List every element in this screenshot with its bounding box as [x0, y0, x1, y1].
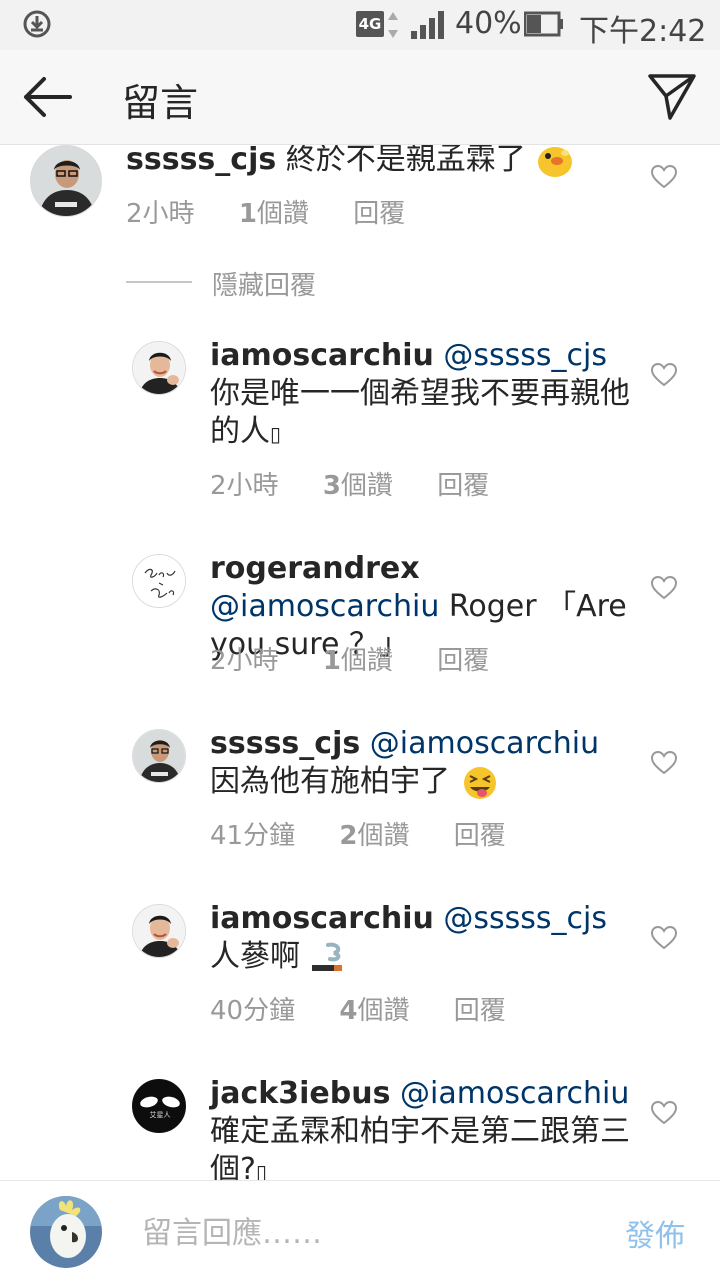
reply-likes[interactable]: 4個讚 [339, 996, 409, 1026]
hide-replies-label: 隱藏回覆 [212, 271, 317, 301]
avatar-photo [31, 146, 101, 216]
cockatoo-avatar-photo [30, 1196, 102, 1268]
reply-meta: 40分鐘 4個讚 回覆 [210, 990, 542, 1027]
mention-link[interactable]: @sssss_cjs [443, 901, 607, 936]
comment-text: sssss_cjs 終於不是親孟霖了 [126, 145, 586, 179]
comment-input[interactable] [140, 1209, 584, 1257]
reply-text: jack3iebus @iamoscarchiu 確定孟霖和柏宇不是第二跟第三個… [210, 1075, 630, 1180]
heart-icon[interactable] [651, 165, 677, 189]
download-icon [23, 10, 51, 38]
heart-icon[interactable] [651, 363, 677, 387]
network-type-badge: 4G [356, 11, 384, 37]
reply-meta: 2小時 3個讚 回覆 [210, 465, 525, 502]
battery-percent: 40% [455, 6, 522, 41]
likes-count: 4 [339, 996, 358, 1026]
reply-likes[interactable]: 2個讚 [339, 821, 409, 851]
paper-plane-icon[interactable] [646, 70, 698, 122]
avatar[interactable] [132, 729, 186, 783]
avatar[interactable] [132, 904, 186, 958]
comment-body: 終於不是親孟霖了 [276, 145, 526, 177]
alien-face-avatar [133, 1080, 185, 1132]
likes-suffix: 個讚 [340, 646, 393, 676]
squinting-tongue-emoji [463, 766, 496, 799]
smoking-cigarette-emoji [311, 942, 342, 971]
status-bar: 4G 40% 下午2:42 [0, 0, 720, 50]
reply-username[interactable]: jack3iebus [210, 1076, 390, 1111]
hatching-chick-emoji [538, 146, 573, 177]
header: 留言 [0, 50, 720, 145]
heart-icon[interactable] [651, 751, 677, 775]
divider [126, 281, 192, 283]
likes-suffix: 個讚 [256, 199, 309, 229]
heart-icon[interactable] [651, 1101, 677, 1125]
reply-time: 40分鐘 [210, 996, 296, 1026]
page-title: 留言 [122, 81, 199, 125]
likes-count: 3 [322, 471, 341, 501]
comment-composer: 發佈 [0, 1180, 720, 1281]
mention-link[interactable]: @iamoscarchiu [210, 589, 439, 624]
reply-button[interactable]: 回覆 [454, 821, 506, 851]
heart-icon[interactable] [651, 576, 677, 600]
avatar-photo [133, 342, 185, 394]
comment-username[interactable]: sssss_cjs [126, 145, 276, 177]
reply-body: 因為他有施柏宇了 [210, 764, 450, 799]
comments-list[interactable]: sssss_cjs 終於不是親孟霖了 2小時 1個讚 回覆 隱藏回覆 iamos… [0, 145, 720, 1180]
signal-icon [411, 11, 444, 39]
reply-time: 41分鐘 [210, 821, 296, 851]
arrow-left-icon[interactable] [20, 72, 76, 122]
mention-link[interactable]: @sssss_cjs [443, 338, 607, 373]
mention-link[interactable]: @iamoscarchiu [400, 1076, 629, 1111]
avatar[interactable] [30, 145, 102, 217]
reply-body: 確定孟霖和柏宇不是第二跟第三個? [210, 1114, 630, 1180]
likes-suffix: 個讚 [357, 996, 410, 1026]
reply-username[interactable]: sssss_cjs [210, 726, 360, 761]
reply-meta: 2小時 1個讚 回覆 [210, 640, 525, 677]
reply-button[interactable]: 回覆 [454, 996, 506, 1026]
my-avatar [30, 1196, 102, 1268]
reply-text: iamoscarchiu @sssss_cjs 人蔘啊 [210, 900, 630, 976]
avatar-photo [133, 905, 185, 957]
reply-time: 2小時 [210, 471, 279, 501]
reply-button[interactable]: 回覆 [437, 471, 489, 501]
avatar[interactable]: 艾星人 [132, 1079, 186, 1133]
likes-count: 1 [238, 199, 257, 229]
reply-username[interactable]: rogerandrex [210, 551, 420, 586]
mention-link[interactable]: @iamoscarchiu [370, 726, 599, 761]
battery-icon [524, 11, 563, 37]
comment-meta: 2小時 1個讚 回覆 [126, 193, 441, 230]
avatar-signature-logo [133, 555, 185, 607]
likes-count: 2 [339, 821, 358, 851]
reply-likes[interactable]: 3個讚 [323, 471, 393, 501]
unsupported-glyph: ▯ [255, 1160, 267, 1180]
comment-time: 2小時 [126, 199, 195, 229]
reply-text: sssss_cjs @iamoscarchiu 因為他有施柏宇了 [210, 725, 630, 801]
clock: 下午2:42 [579, 14, 707, 49]
avatar[interactable] [132, 554, 186, 608]
avatar-mark-text: 艾星人 [149, 1111, 171, 1119]
avatar-photo [133, 730, 185, 782]
likes-count: 1 [322, 646, 341, 676]
reply-button[interactable]: 回覆 [353, 199, 405, 229]
heart-icon[interactable] [651, 926, 677, 950]
unsupported-glyph: ▯ [270, 422, 282, 446]
reply-username[interactable]: iamoscarchiu [210, 338, 434, 373]
reply-body: 人蔘啊 [210, 939, 300, 974]
reply-username[interactable]: iamoscarchiu [210, 901, 434, 936]
likes-suffix: 個讚 [357, 821, 410, 851]
data-activity-icon [388, 12, 398, 38]
reply-time: 2小時 [210, 646, 279, 676]
likes-suffix: 個讚 [340, 471, 393, 501]
reply-likes[interactable]: 1個讚 [323, 646, 393, 676]
reply-meta: 41分鐘 2個讚 回覆 [210, 815, 542, 852]
reply-text: iamoscarchiu @sssss_cjs 你是唯一一個希望我不要再親他的人… [210, 337, 630, 453]
comment-likes[interactable]: 1個讚 [239, 199, 309, 229]
avatar[interactable] [132, 341, 186, 395]
post-button[interactable]: 發佈 [625, 1211, 685, 1255]
reply-button[interactable]: 回覆 [437, 646, 489, 676]
